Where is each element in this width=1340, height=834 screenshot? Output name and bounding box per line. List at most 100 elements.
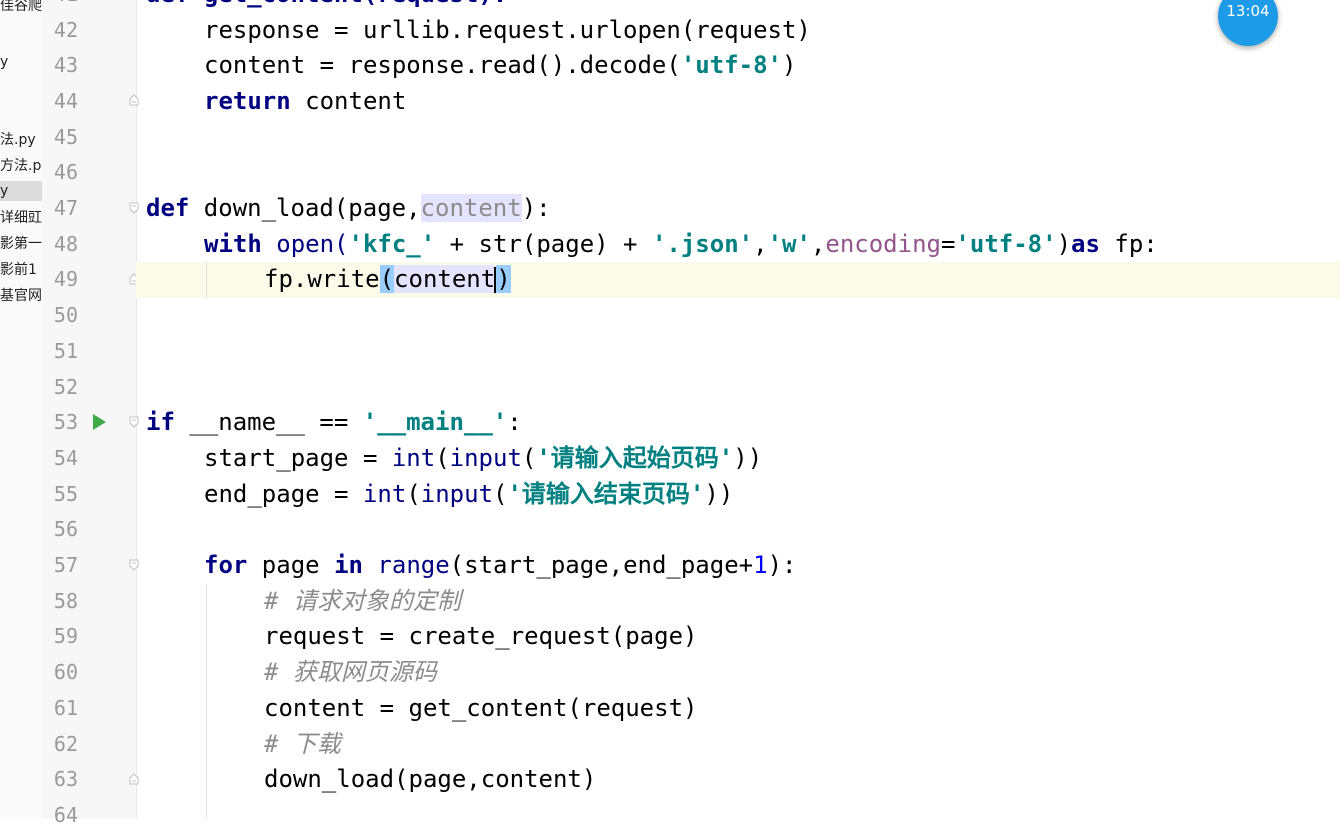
string-literal: '请输入结束页码' (507, 479, 705, 508)
string-literal: 'utf-8' (955, 229, 1057, 258)
string-literal: '.json' (651, 229, 754, 258)
code-line-54: start_page = int(input('请输入起始页码')) (146, 441, 762, 477)
sidebar-item[interactable]: 佳谷爬 (0, 0, 42, 16)
builtin: input (420, 479, 494, 508)
code-text: = (940, 229, 956, 258)
code-text: ( (406, 479, 421, 508)
sidebar-item[interactable]: 详细豇 (0, 208, 42, 228)
keyword: as (1071, 229, 1100, 258)
code-text: ): (767, 551, 797, 579)
comment: # 获取网页源码 (264, 658, 437, 687)
code-text: end_page = (204, 479, 363, 508)
keyword: def (146, 194, 190, 222)
builtin: input (449, 443, 522, 472)
code-line-48: with open('kfc_' + str(page) + '.json','… (146, 227, 1158, 263)
keyword: in (334, 551, 363, 579)
code-line-60: # 获取网页源码 (146, 655, 437, 691)
number-literal: 1 (753, 551, 768, 579)
code-text: open( (261, 229, 349, 258)
code-text: : (507, 408, 522, 437)
keyword: with (204, 229, 262, 258)
code-text: (start_page,end_page+ (449, 551, 754, 579)
run-arrow-icon[interactable] (93, 414, 106, 430)
code-text: , (753, 229, 768, 258)
code-line-59: request = create_request(page) (146, 619, 697, 655)
code-text: ): (521, 194, 551, 222)
code-text: fp: (1099, 229, 1158, 258)
code-text: request = create_request(page) (264, 622, 698, 651)
code-line-62: # 下载 (146, 727, 341, 763)
code-text: content (290, 86, 407, 115)
brace-match: ( (379, 265, 395, 294)
code-line-42: response = urllib.request.urlopen(reques… (146, 13, 811, 49)
code-text: ( (521, 443, 537, 472)
keyword: return (204, 86, 291, 115)
string-literal: '请输入起始页码' (536, 443, 734, 472)
line-number: 55 (53, 481, 78, 506)
line-number: 43 (53, 53, 78, 78)
builtin: int (362, 479, 407, 508)
sidebar-item[interactable]: y (0, 52, 42, 72)
sidebar-item[interactable]: 法.py (0, 130, 42, 150)
line-number: 42 (53, 17, 78, 42)
line-number: 64 (53, 802, 78, 827)
kwarg: encoding (825, 229, 941, 258)
line-number-gutter: 41 42 43 44 45 46 47 48 49 50 51 52 53 5… (42, 0, 139, 827)
code-line-44: return content (146, 84, 406, 120)
line-number: 63 (53, 767, 78, 792)
code-text: )) (704, 479, 734, 508)
line-number: 56 (53, 517, 78, 542)
line-number: 49 (53, 267, 78, 292)
code-line-47: def down_load(page,content): (146, 191, 551, 227)
code-line-55: end_page = int(input('请输入结束页码')) (146, 477, 733, 513)
keyword: if (146, 408, 175, 437)
sidebar-item[interactable]: 基官网 (0, 286, 42, 306)
code-text: ) (781, 51, 797, 80)
code-text: content = get_content(request) (264, 693, 698, 722)
line-number: 41 (42, 0, 78, 13)
string-literal: 'w' (767, 229, 811, 258)
line-number: 57 (53, 553, 78, 577)
line-number: 51 (53, 338, 78, 363)
line-number: 44 (53, 88, 78, 113)
code-text: def get_content(request): (146, 0, 507, 8)
code-text: , (810, 229, 826, 258)
line-number: 61 (53, 695, 78, 720)
code-text: __name__ == (174, 408, 363, 437)
code-text: down_load(page,content) (264, 765, 597, 794)
sidebar-item[interactable]: 方法.p (0, 156, 42, 176)
code-text: start_page = (204, 443, 392, 472)
code-text: fp.write (264, 265, 380, 294)
code-text: content = response.read().decode( (204, 51, 681, 80)
code-text: )) (733, 443, 763, 472)
code-line-43: content = response.read().decode('utf-8'… (146, 48, 796, 84)
builtin: range (377, 551, 450, 579)
brace-match: ) (496, 265, 511, 294)
line-number: 58 (53, 588, 78, 613)
line-number: 52 (53, 374, 78, 399)
code-line-53: if __name__ == '__main__': (146, 405, 522, 441)
project-sidebar: 佳谷爬 y 法.py 方法.p y 详细豇 影第一 影前1 基官网 (0, 0, 43, 819)
line-number: 59 (53, 624, 78, 649)
code-text: + str(page) + (435, 229, 652, 258)
code-line-49: fp.write(content) (146, 262, 511, 298)
code-editor[interactable]: def get_content(request): response = url… (136, 0, 1340, 819)
line-number: 45 (53, 124, 78, 149)
code-text: page (247, 551, 335, 579)
keyword: for (204, 551, 248, 579)
line-number: 48 (53, 231, 78, 256)
sidebar-item[interactable]: 影前1 (0, 260, 42, 280)
line-number: 60 (53, 660, 78, 685)
line-number: 54 (53, 445, 78, 470)
code-line-58: # 请求对象的定制 (146, 584, 461, 620)
line-number: 53 (53, 410, 78, 435)
string-literal: 'utf-8' (680, 51, 782, 80)
code-line-41: def get_content(request): (146, 0, 507, 13)
line-number: 46 (53, 160, 78, 185)
code-text: ( (435, 443, 450, 472)
builtin: int (391, 443, 436, 472)
sidebar-item-selected[interactable]: y (0, 181, 42, 201)
comment: # 请求对象的定制 (264, 586, 461, 615)
sidebar-item[interactable]: 影第一 (0, 234, 42, 254)
